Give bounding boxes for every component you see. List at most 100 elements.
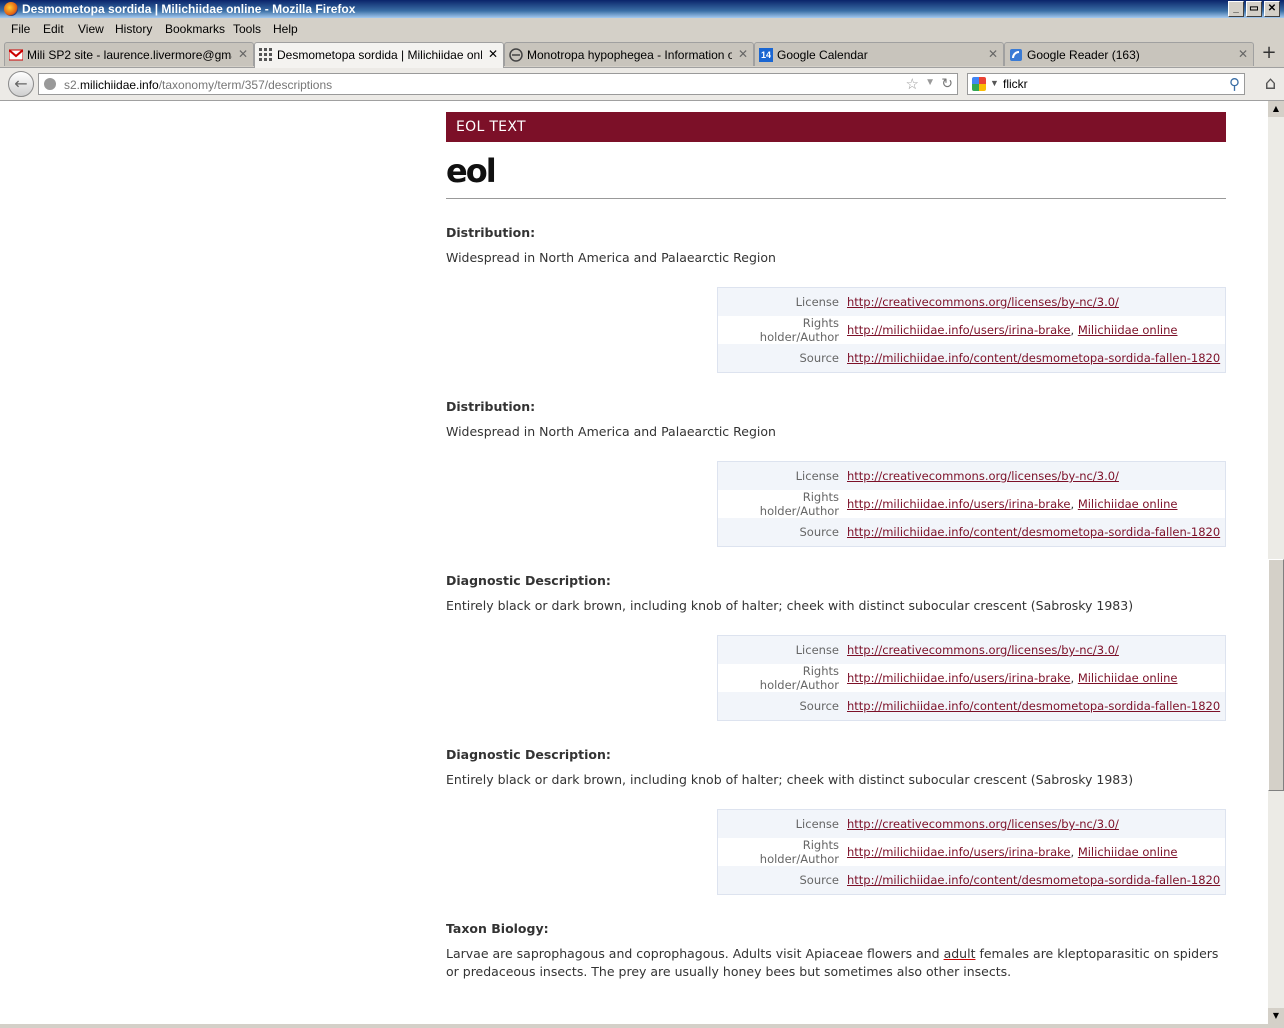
grid-icon bbox=[259, 48, 273, 62]
license-link[interactable]: http://creativecommons.org/licenses/by-n… bbox=[847, 817, 1119, 831]
search-icon[interactable]: ⚲ bbox=[1229, 75, 1240, 93]
source-label: Source bbox=[717, 344, 843, 373]
bookmark-star-icon[interactable]: ☆ bbox=[906, 75, 919, 93]
new-tab-button[interactable]: + bbox=[1258, 44, 1280, 64]
section-text: Entirely black or dark brown, including … bbox=[446, 598, 1134, 613]
search-bar[interactable]: ▼ flickr ⚲ bbox=[967, 73, 1245, 95]
scroll-up-arrow[interactable]: ▲ bbox=[1268, 101, 1284, 117]
menu-edit[interactable]: Edit bbox=[43, 22, 64, 36]
calendar-icon: 14 bbox=[759, 48, 773, 62]
license-link[interactable]: http://creativecommons.org/licenses/by-n… bbox=[847, 469, 1119, 483]
navigation-bar: ← s2.milichiidae.info/taxonomy/term/357/… bbox=[0, 68, 1284, 101]
tab-monotropa[interactable]: Monotropa hypophegea - Information on...… bbox=[504, 42, 754, 66]
license-link[interactable]: http://creativecommons.org/licenses/by-n… bbox=[847, 643, 1119, 657]
close-window-button[interactable]: ✕ bbox=[1264, 1, 1280, 17]
rights-holder-link[interactable]: http://milichiidae.info/users/irina-brak… bbox=[847, 671, 1071, 685]
source-link[interactable]: http://milichiidae.info/content/desmomet… bbox=[847, 525, 1220, 539]
vertical-scrollbar[interactable]: ▲ ▼ bbox=[1268, 101, 1284, 1024]
menu-history[interactable]: History bbox=[115, 22, 152, 36]
site-identity-icon[interactable] bbox=[44, 78, 56, 90]
section-text: Entirely black or dark brown, including … bbox=[446, 772, 1134, 787]
firefox-icon bbox=[4, 2, 18, 16]
source-link[interactable]: http://milichiidae.info/content/desmomet… bbox=[847, 351, 1220, 365]
url-dropdown-icon[interactable]: ▼ bbox=[925, 77, 935, 88]
rights-label: Rights holder/Author bbox=[759, 838, 839, 866]
minimize-button[interactable]: _ bbox=[1228, 1, 1244, 17]
url-bar[interactable]: s2.milichiidae.info/taxonomy/term/357/de… bbox=[38, 73, 958, 95]
menu-help[interactable]: Help bbox=[273, 22, 298, 36]
attribution-table: License http://creativecommons.org/licens… bbox=[717, 635, 1226, 721]
close-tab-icon[interactable]: ✕ bbox=[238, 47, 248, 61]
menu-bookmarks[interactable]: Bookmarks bbox=[165, 22, 225, 36]
scroll-down-arrow[interactable]: ▼ bbox=[1268, 1008, 1284, 1024]
menu-view[interactable]: View bbox=[78, 22, 104, 36]
source-label: Source bbox=[717, 518, 843, 547]
source-link[interactable]: http://milichiidae.info/content/desmomet… bbox=[847, 873, 1220, 887]
rights-label: Rights holder/Author bbox=[759, 490, 839, 518]
section-heading: Diagnostic Description: bbox=[446, 747, 611, 762]
close-tab-icon[interactable]: ✕ bbox=[1238, 47, 1248, 61]
eol-icon bbox=[509, 48, 523, 62]
rights-holder-link[interactable]: http://milichiidae.info/users/irina-brak… bbox=[847, 845, 1071, 859]
tab-label: Google Calendar bbox=[777, 48, 868, 62]
tab-gmail[interactable]: Mili SP2 site - laurence.livermore@gmail… bbox=[4, 42, 254, 66]
section-heading: Distribution: bbox=[446, 225, 536, 240]
tab-label: Google Reader (163) bbox=[1027, 48, 1140, 62]
license-label: License bbox=[717, 461, 843, 490]
tab-google-calendar[interactable]: 14 Google Calendar ✕ bbox=[754, 42, 1004, 66]
eol-text-header: EOL TEXT bbox=[446, 112, 1226, 142]
google-search-engine-icon[interactable] bbox=[972, 77, 986, 91]
url-text[interactable]: s2.milichiidae.info/taxonomy/term/357/de… bbox=[64, 78, 332, 92]
menu-bar: File Edit View History Bookmarks Tools H… bbox=[0, 18, 1284, 40]
section-text: Widespread in North America and Palaearc… bbox=[446, 250, 776, 265]
description-section: Diagnostic Description: Entirely black o… bbox=[446, 573, 1226, 721]
menu-tools[interactable]: Tools bbox=[233, 22, 261, 36]
license-link[interactable]: http://creativecommons.org/licenses/by-n… bbox=[847, 295, 1119, 309]
tab-desmometopa[interactable]: Desmometopa sordida | Milichiidae online… bbox=[254, 42, 504, 68]
search-input[interactable]: flickr bbox=[1003, 77, 1028, 91]
page-viewport: EOL TEXT eol Distribution: Widespread in… bbox=[0, 101, 1268, 1024]
engine-dropdown-icon[interactable]: ▼ bbox=[990, 78, 999, 88]
taxon-biology-section: Taxon Biology: Larvae are saprophagous a… bbox=[446, 921, 1226, 981]
gmail-icon bbox=[8, 48, 24, 62]
close-tab-icon[interactable]: ✕ bbox=[988, 47, 998, 61]
window-title: Desmometopa sordida | Milichiidae online… bbox=[22, 2, 356, 16]
license-label: License bbox=[717, 287, 843, 316]
tab-label: Monotropa hypophegea - Information on... bbox=[527, 48, 732, 62]
rights-holder-link[interactable]: http://milichiidae.info/users/irina-brak… bbox=[847, 497, 1071, 511]
rights-holder-link[interactable]: http://milichiidae.info/users/irina-brak… bbox=[847, 323, 1071, 337]
source-label: Source bbox=[717, 866, 843, 895]
eol-logo: eol bbox=[446, 152, 497, 190]
section-heading: Distribution: bbox=[446, 399, 536, 414]
scroll-thumb[interactable] bbox=[1268, 559, 1284, 791]
rights-name-link[interactable]: Milichiidae online bbox=[1078, 497, 1178, 511]
restore-button[interactable]: ▭ bbox=[1246, 1, 1262, 17]
page-content: EOL TEXT eol Distribution: Widespread in… bbox=[446, 112, 1226, 981]
attribution-table: License http://creativecommons.org/licens… bbox=[717, 809, 1226, 895]
window-title-bar: Desmometopa sordida | Milichiidae online… bbox=[0, 0, 1284, 18]
home-icon[interactable]: ⌂ bbox=[1265, 73, 1276, 94]
description-section: Distribution: Widespread in North Americ… bbox=[446, 225, 1226, 373]
back-button[interactable]: ← bbox=[8, 71, 34, 97]
rights-label: Rights holder/Author bbox=[759, 664, 839, 692]
tab-label: Mili SP2 site - laurence.livermore@gmail… bbox=[27, 48, 232, 62]
tab-google-reader[interactable]: Google Reader (163) ✕ bbox=[1004, 42, 1254, 66]
description-section: Diagnostic Description: Entirely black o… bbox=[446, 747, 1226, 895]
divider bbox=[446, 187, 1226, 199]
rights-name-link[interactable]: Milichiidae online bbox=[1078, 323, 1178, 337]
reload-icon[interactable]: ↻ bbox=[941, 75, 953, 92]
menu-file[interactable]: File bbox=[11, 22, 30, 36]
section-heading: Diagnostic Description: bbox=[446, 573, 611, 588]
source-link[interactable]: http://milichiidae.info/content/desmomet… bbox=[847, 699, 1220, 713]
rights-name-link[interactable]: Milichiidae online bbox=[1078, 845, 1178, 859]
section-text: Widespread in North America and Palaearc… bbox=[446, 424, 776, 439]
spellcheck-word[interactable]: adult bbox=[944, 946, 976, 961]
close-tab-icon[interactable]: ✕ bbox=[488, 47, 498, 61]
rights-label: Rights holder/Author bbox=[759, 316, 839, 344]
license-label: License bbox=[717, 635, 843, 664]
tab-label: Desmometopa sordida | Milichiidae online bbox=[277, 48, 482, 62]
close-tab-icon[interactable]: ✕ bbox=[738, 47, 748, 61]
source-label: Source bbox=[717, 692, 843, 721]
rights-name-link[interactable]: Milichiidae online bbox=[1078, 671, 1178, 685]
section-heading: Taxon Biology: bbox=[446, 921, 549, 936]
